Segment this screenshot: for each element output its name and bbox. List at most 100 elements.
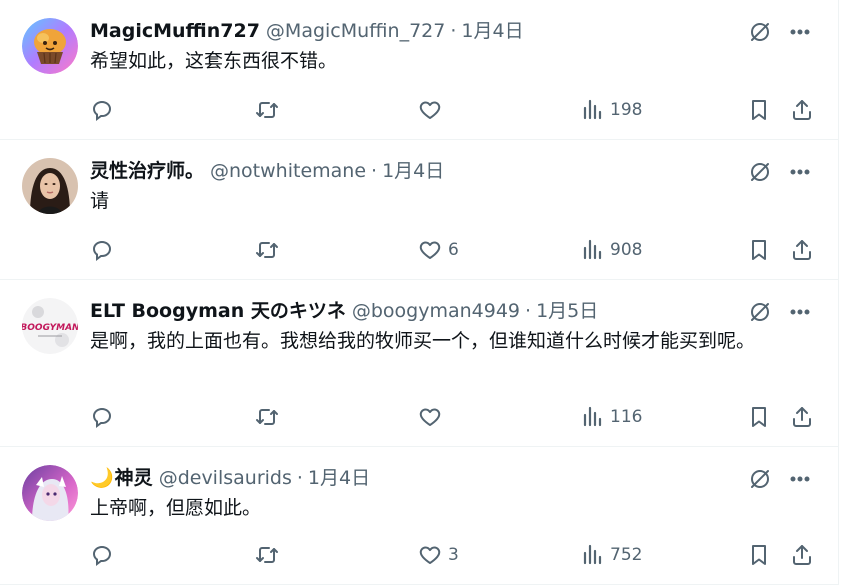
tweet-header: 🌙 神灵 @devilsaurids · 1月4日 <box>90 463 820 493</box>
more-icon[interactable] <box>788 160 812 184</box>
bookmark-icon <box>752 100 766 120</box>
view-count: 752 <box>610 545 643 565</box>
tweet-header: 灵性治疗师。 @notwhitemane · 1月4日 <box>90 156 820 186</box>
bookmark-icon <box>752 407 766 427</box>
retweet-button[interactable] <box>254 235 280 265</box>
display-name[interactable]: 灵性治疗师。 <box>90 156 204 186</box>
grok-icon[interactable] <box>748 160 772 184</box>
tweet[interactable]: 灵性治疗师。 @notwhitemane · 1月4日 请 6 908 <box>0 140 838 280</box>
reply-icon <box>92 240 111 261</box>
user-handle[interactable]: @MagicMuffin_727 <box>266 16 445 46</box>
grok-icon[interactable] <box>748 467 772 491</box>
more-icon[interactable] <box>788 300 812 324</box>
display-name[interactable]: 神灵 <box>115 463 153 493</box>
share-button[interactable] <box>790 540 814 570</box>
heart-icon <box>419 546 441 564</box>
reply-button[interactable] <box>90 402 114 432</box>
tweet-text: 希望如此，这套东西很不错。 <box>90 50 338 72</box>
share-icon <box>793 100 811 120</box>
reply-button[interactable] <box>90 235 114 265</box>
views-button[interactable]: 908 <box>582 235 642 265</box>
views-icon <box>583 544 602 565</box>
separator-dot: · <box>525 300 532 322</box>
share-icon <box>793 407 811 427</box>
like-count: 6 <box>448 240 459 260</box>
view-count: 116 <box>610 407 643 427</box>
view-count: 908 <box>610 240 643 260</box>
like-button[interactable] <box>418 402 448 432</box>
like-button[interactable]: 6 <box>418 235 459 265</box>
tweet-date[interactable]: 1月4日 <box>308 463 370 493</box>
share-button[interactable] <box>790 95 814 125</box>
moon-emoji: 🌙 <box>90 467 114 489</box>
heart-icon <box>419 101 441 119</box>
more-icon[interactable] <box>788 467 812 491</box>
tweet[interactable]: 🌙 神灵 @devilsaurids · 1月4日 上帝啊，但愿如此。 3 75… <box>0 447 838 585</box>
avatar-logo-text: BOOGYMAN <box>22 323 78 333</box>
reply-button[interactable] <box>90 540 114 570</box>
views-button[interactable]: 198 <box>582 95 642 125</box>
share-button[interactable] <box>790 235 814 265</box>
bookmark-button[interactable] <box>747 540 771 570</box>
tweet-text: 上帝啊，但愿如此。 <box>90 497 262 519</box>
retweet-icon <box>256 409 278 425</box>
tweet-text: 请 <box>90 190 110 212</box>
user-handle[interactable]: @devilsaurids <box>159 463 292 493</box>
share-icon <box>793 240 811 260</box>
tweet[interactable]: MagicMuffin727 @MagicMuffin_727 · 1月4日 希… <box>0 0 838 140</box>
grok-icon[interactable] <box>748 20 772 44</box>
views-button[interactable]: 752 <box>582 540 642 570</box>
reply-button[interactable] <box>90 95 114 125</box>
bookmark-icon <box>752 545 766 565</box>
share-button[interactable] <box>790 402 814 432</box>
grok-icon[interactable] <box>748 300 772 324</box>
tweet-date[interactable]: 1月4日 <box>382 156 444 186</box>
views-button[interactable]: 116 <box>582 402 642 432</box>
retweet-icon <box>256 547 278 563</box>
view-count: 198 <box>610 100 643 120</box>
user-handle[interactable]: @boogyman4949 <box>352 296 520 326</box>
like-button[interactable] <box>418 95 448 125</box>
bookmark-button[interactable] <box>747 402 771 432</box>
action-bar: 198 <box>90 95 820 125</box>
tweet-date[interactable]: 1月5日 <box>536 296 598 326</box>
bookmark-button[interactable] <box>747 235 771 265</box>
avatar[interactable] <box>22 465 78 521</box>
views-icon <box>583 99 602 120</box>
like-button[interactable]: 3 <box>418 540 459 570</box>
display-name[interactable]: MagicMuffin727 <box>90 16 260 46</box>
tweet-header: MagicMuffin727 @MagicMuffin_727 · 1月4日 <box>90 16 820 46</box>
separator-dot: · <box>371 160 378 182</box>
reply-icon <box>92 407 111 428</box>
heart-icon <box>419 241 441 259</box>
separator-dot: · <box>450 20 457 42</box>
separator-dot: · <box>296 467 303 489</box>
action-bar: 6 908 <box>90 235 820 265</box>
retweet-icon <box>256 242 278 258</box>
action-bar: 3 752 <box>90 540 820 570</box>
like-count: 3 <box>448 545 459 565</box>
tweet-header: ELT Boogyman 天のキツネ @boogyman4949 · 1月5日 <box>90 296 820 326</box>
retweet-button[interactable] <box>254 540 280 570</box>
avatar[interactable]: BOOGYMAN <box>22 298 78 354</box>
bookmark-button[interactable] <box>747 95 771 125</box>
avatar[interactable] <box>22 158 78 214</box>
heart-icon <box>419 408 441 426</box>
share-icon <box>793 545 811 565</box>
bookmark-icon <box>752 240 766 260</box>
user-handle[interactable]: @notwhitemane <box>210 156 366 186</box>
views-icon <box>583 406 602 427</box>
reply-feed: MagicMuffin727 @MagicMuffin_727 · 1月4日 希… <box>0 0 842 585</box>
views-icon <box>583 239 602 260</box>
retweet-button[interactable] <box>254 402 280 432</box>
display-name[interactable]: ELT Boogyman 天のキツネ <box>90 296 346 326</box>
more-icon[interactable] <box>788 20 812 44</box>
tweet-text: 是啊，我的上面也有。我想给我的牧师买一个，但谁知道什么时候才能买到呢。 <box>90 330 756 352</box>
retweet-button[interactable] <box>254 95 280 125</box>
reply-icon <box>92 545 111 566</box>
avatar[interactable] <box>22 18 78 74</box>
tweet-date[interactable]: 1月4日 <box>461 16 523 46</box>
retweet-icon <box>256 102 278 118</box>
reply-icon <box>92 100 111 121</box>
tweet[interactable]: BOOGYMAN ELT Boogyman 天のキツネ @boogyman494… <box>0 280 838 447</box>
